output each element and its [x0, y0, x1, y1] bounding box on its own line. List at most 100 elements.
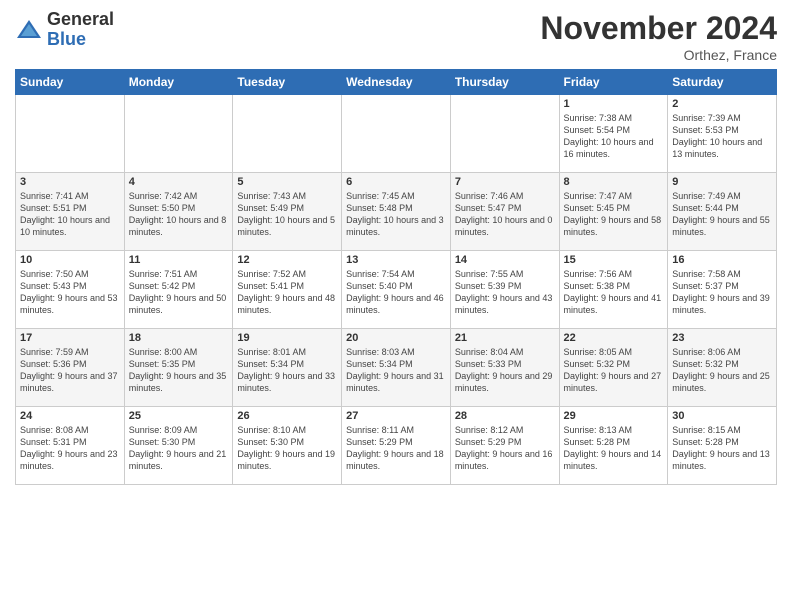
calendar-cell: 18 Sunrise: 8:00 AM Sunset: 5:35 PM Dayli…: [124, 329, 233, 407]
day-info: Sunrise: 8:03 AM Sunset: 5:34 PM Dayligh…: [346, 346, 446, 395]
day-info: Sunrise: 7:54 AM Sunset: 5:40 PM Dayligh…: [346, 268, 446, 317]
logo-text: General Blue: [47, 10, 114, 50]
day-number: 7: [455, 176, 555, 188]
calendar-cell: 25Sunrise: 8:09 AM Sunset: 5:30 PM Dayli…: [124, 407, 233, 485]
day-info: Sunrise: 8:05 AM Sunset: 5:32 PM Dayligh…: [564, 346, 664, 395]
logo-icon: [15, 16, 43, 44]
calendar-cell: [16, 95, 125, 173]
day-number: 15: [564, 254, 664, 266]
day-info: Sunrise: 8:04 AM Sunset: 5:33 PM Dayligh…: [455, 346, 555, 395]
day-number: 6: [346, 176, 446, 188]
calendar-cell: 14 Sunrise: 7:55 AM Sunset: 5:39 PM Dayli…: [450, 251, 559, 329]
week-row-3: 17 Sunrise: 7:59 AM Sunset: 5:36 PM Dayli…: [16, 329, 777, 407]
calendar-cell: [233, 95, 342, 173]
page-container: General Blue November 2024 Orthez, Franc…: [0, 0, 792, 495]
calendar-cell: 13 Sunrise: 7:54 AM Sunset: 5:40 PM Dayli…: [342, 251, 451, 329]
logo-blue: Blue: [47, 30, 114, 50]
day-number: 3: [20, 176, 120, 188]
calendar-cell: 17 Sunrise: 7:59 AM Sunset: 5:36 PM Dayli…: [16, 329, 125, 407]
day-info: Sunrise: 8:08 AM Sunset: 5:31 PM Dayligh…: [20, 424, 120, 473]
day-info: Sunrise: 8:12 AM Sunset: 5:29 PM Dayligh…: [455, 424, 555, 473]
calendar-cell: [342, 95, 451, 173]
day-number: 5: [237, 176, 337, 188]
calendar-cell: 4Sunrise: 7:42 AM Sunset: 5:50 PM Daylig…: [124, 173, 233, 251]
calendar-cell: 29 Sunrise: 8:13 AM Sunset: 5:28 PM Dayli…: [559, 407, 668, 485]
week-row-2: 10Sunrise: 7:50 AM Sunset: 5:43 PM Dayli…: [16, 251, 777, 329]
day-info: Sunrise: 7:42 AM Sunset: 5:50 PM Dayligh…: [129, 190, 229, 239]
day-info: Sunrise: 8:11 AM Sunset: 5:29 PM Dayligh…: [346, 424, 446, 473]
header-day-sunday: Sunday: [16, 70, 125, 95]
day-info: Sunrise: 8:15 AM Sunset: 5:28 PM Dayligh…: [672, 424, 772, 473]
calendar-cell: 21 Sunrise: 8:04 AM Sunset: 5:33 PM Dayli…: [450, 329, 559, 407]
calendar-cell: 11Sunrise: 7:51 AM Sunset: 5:42 PM Dayli…: [124, 251, 233, 329]
calendar-cell: 22 Sunrise: 8:05 AM Sunset: 5:32 PM Dayli…: [559, 329, 668, 407]
day-number: 21: [455, 332, 555, 344]
header-day-friday: Friday: [559, 70, 668, 95]
day-number: 20: [346, 332, 446, 344]
day-number: 29: [564, 410, 664, 422]
day-info: Sunrise: 7:55 AM Sunset: 5:39 PM Dayligh…: [455, 268, 555, 317]
day-number: 16: [672, 254, 772, 266]
calendar-cell: 5 Sunrise: 7:43 AM Sunset: 5:49 PM Daylig…: [233, 173, 342, 251]
day-info: Sunrise: 8:13 AM Sunset: 5:28 PM Dayligh…: [564, 424, 664, 473]
location: Orthez, France: [540, 47, 777, 63]
day-info: Sunrise: 7:45 AM Sunset: 5:48 PM Dayligh…: [346, 190, 446, 239]
logo: General Blue: [15, 10, 114, 50]
header-row: SundayMondayTuesdayWednesdayThursdayFrid…: [16, 70, 777, 95]
day-number: 22: [564, 332, 664, 344]
day-info: Sunrise: 8:00 AM Sunset: 5:35 PM Dayligh…: [129, 346, 229, 395]
day-info: Sunrise: 8:09 AM Sunset: 5:30 PM Dayligh…: [129, 424, 229, 473]
day-number: 24: [20, 410, 120, 422]
calendar-cell: 16 Sunrise: 7:58 AM Sunset: 5:37 PM Dayli…: [668, 251, 777, 329]
day-number: 10: [20, 254, 120, 266]
calendar-cell: 23 Sunrise: 8:06 AM Sunset: 5:32 PM Dayli…: [668, 329, 777, 407]
day-info: Sunrise: 8:06 AM Sunset: 5:32 PM Dayligh…: [672, 346, 772, 395]
day-number: 1: [564, 98, 664, 110]
day-number: 14: [455, 254, 555, 266]
day-info: Sunrise: 7:47 AM Sunset: 5:45 PM Dayligh…: [564, 190, 664, 239]
day-number: 26: [237, 410, 337, 422]
day-number: 18: [129, 332, 229, 344]
day-info: Sunrise: 7:41 AM Sunset: 5:51 PM Dayligh…: [20, 190, 120, 239]
day-number: 9: [672, 176, 772, 188]
calendar-cell: 19 Sunrise: 8:01 AM Sunset: 5:34 PM Dayli…: [233, 329, 342, 407]
day-info: Sunrise: 7:59 AM Sunset: 5:36 PM Dayligh…: [20, 346, 120, 395]
header-day-wednesday: Wednesday: [342, 70, 451, 95]
day-number: 30: [672, 410, 772, 422]
calendar-cell: 3 Sunrise: 7:41 AM Sunset: 5:51 PM Daylig…: [16, 173, 125, 251]
day-number: 23: [672, 332, 772, 344]
day-info: Sunrise: 7:49 AM Sunset: 5:44 PM Dayligh…: [672, 190, 772, 239]
day-info: Sunrise: 7:43 AM Sunset: 5:49 PM Dayligh…: [237, 190, 337, 239]
calendar-cell: [124, 95, 233, 173]
day-number: 13: [346, 254, 446, 266]
calendar-cell: 10Sunrise: 7:50 AM Sunset: 5:43 PM Dayli…: [16, 251, 125, 329]
day-number: 27: [346, 410, 446, 422]
header-day-saturday: Saturday: [668, 70, 777, 95]
calendar-body: 1Sunrise: 7:38 AM Sunset: 5:54 PM Daylig…: [16, 95, 777, 485]
day-info: Sunrise: 7:58 AM Sunset: 5:37 PM Dayligh…: [672, 268, 772, 317]
calendar-cell: 6 Sunrise: 7:45 AM Sunset: 5:48 PM Daylig…: [342, 173, 451, 251]
day-number: 17: [20, 332, 120, 344]
calendar-cell: [450, 95, 559, 173]
day-number: 28: [455, 410, 555, 422]
day-info: Sunrise: 7:46 AM Sunset: 5:47 PM Dayligh…: [455, 190, 555, 239]
calendar-table: SundayMondayTuesdayWednesdayThursdayFrid…: [15, 69, 777, 485]
day-number: 8: [564, 176, 664, 188]
calendar-cell: 27 Sunrise: 8:11 AM Sunset: 5:29 PM Dayli…: [342, 407, 451, 485]
calendar-cell: 28 Sunrise: 8:12 AM Sunset: 5:29 PM Dayli…: [450, 407, 559, 485]
week-row-0: 1Sunrise: 7:38 AM Sunset: 5:54 PM Daylig…: [16, 95, 777, 173]
page-header: General Blue November 2024 Orthez, Franc…: [15, 10, 777, 63]
calendar-cell: 30 Sunrise: 8:15 AM Sunset: 5:28 PM Dayli…: [668, 407, 777, 485]
day-number: 19: [237, 332, 337, 344]
logo-general: General: [47, 10, 114, 30]
day-number: 11: [129, 254, 229, 266]
day-info: Sunrise: 7:39 AM Sunset: 5:53 PM Dayligh…: [672, 112, 772, 161]
calendar-header: SundayMondayTuesdayWednesdayThursdayFrid…: [16, 70, 777, 95]
day-info: Sunrise: 8:01 AM Sunset: 5:34 PM Dayligh…: [237, 346, 337, 395]
calendar-cell: 9 Sunrise: 7:49 AM Sunset: 5:44 PM Daylig…: [668, 173, 777, 251]
title-block: November 2024 Orthez, France: [540, 10, 777, 63]
day-number: 12: [237, 254, 337, 266]
header-day-thursday: Thursday: [450, 70, 559, 95]
calendar-cell: 1Sunrise: 7:38 AM Sunset: 5:54 PM Daylig…: [559, 95, 668, 173]
calendar-cell: 26Sunrise: 8:10 AM Sunset: 5:30 PM Dayli…: [233, 407, 342, 485]
